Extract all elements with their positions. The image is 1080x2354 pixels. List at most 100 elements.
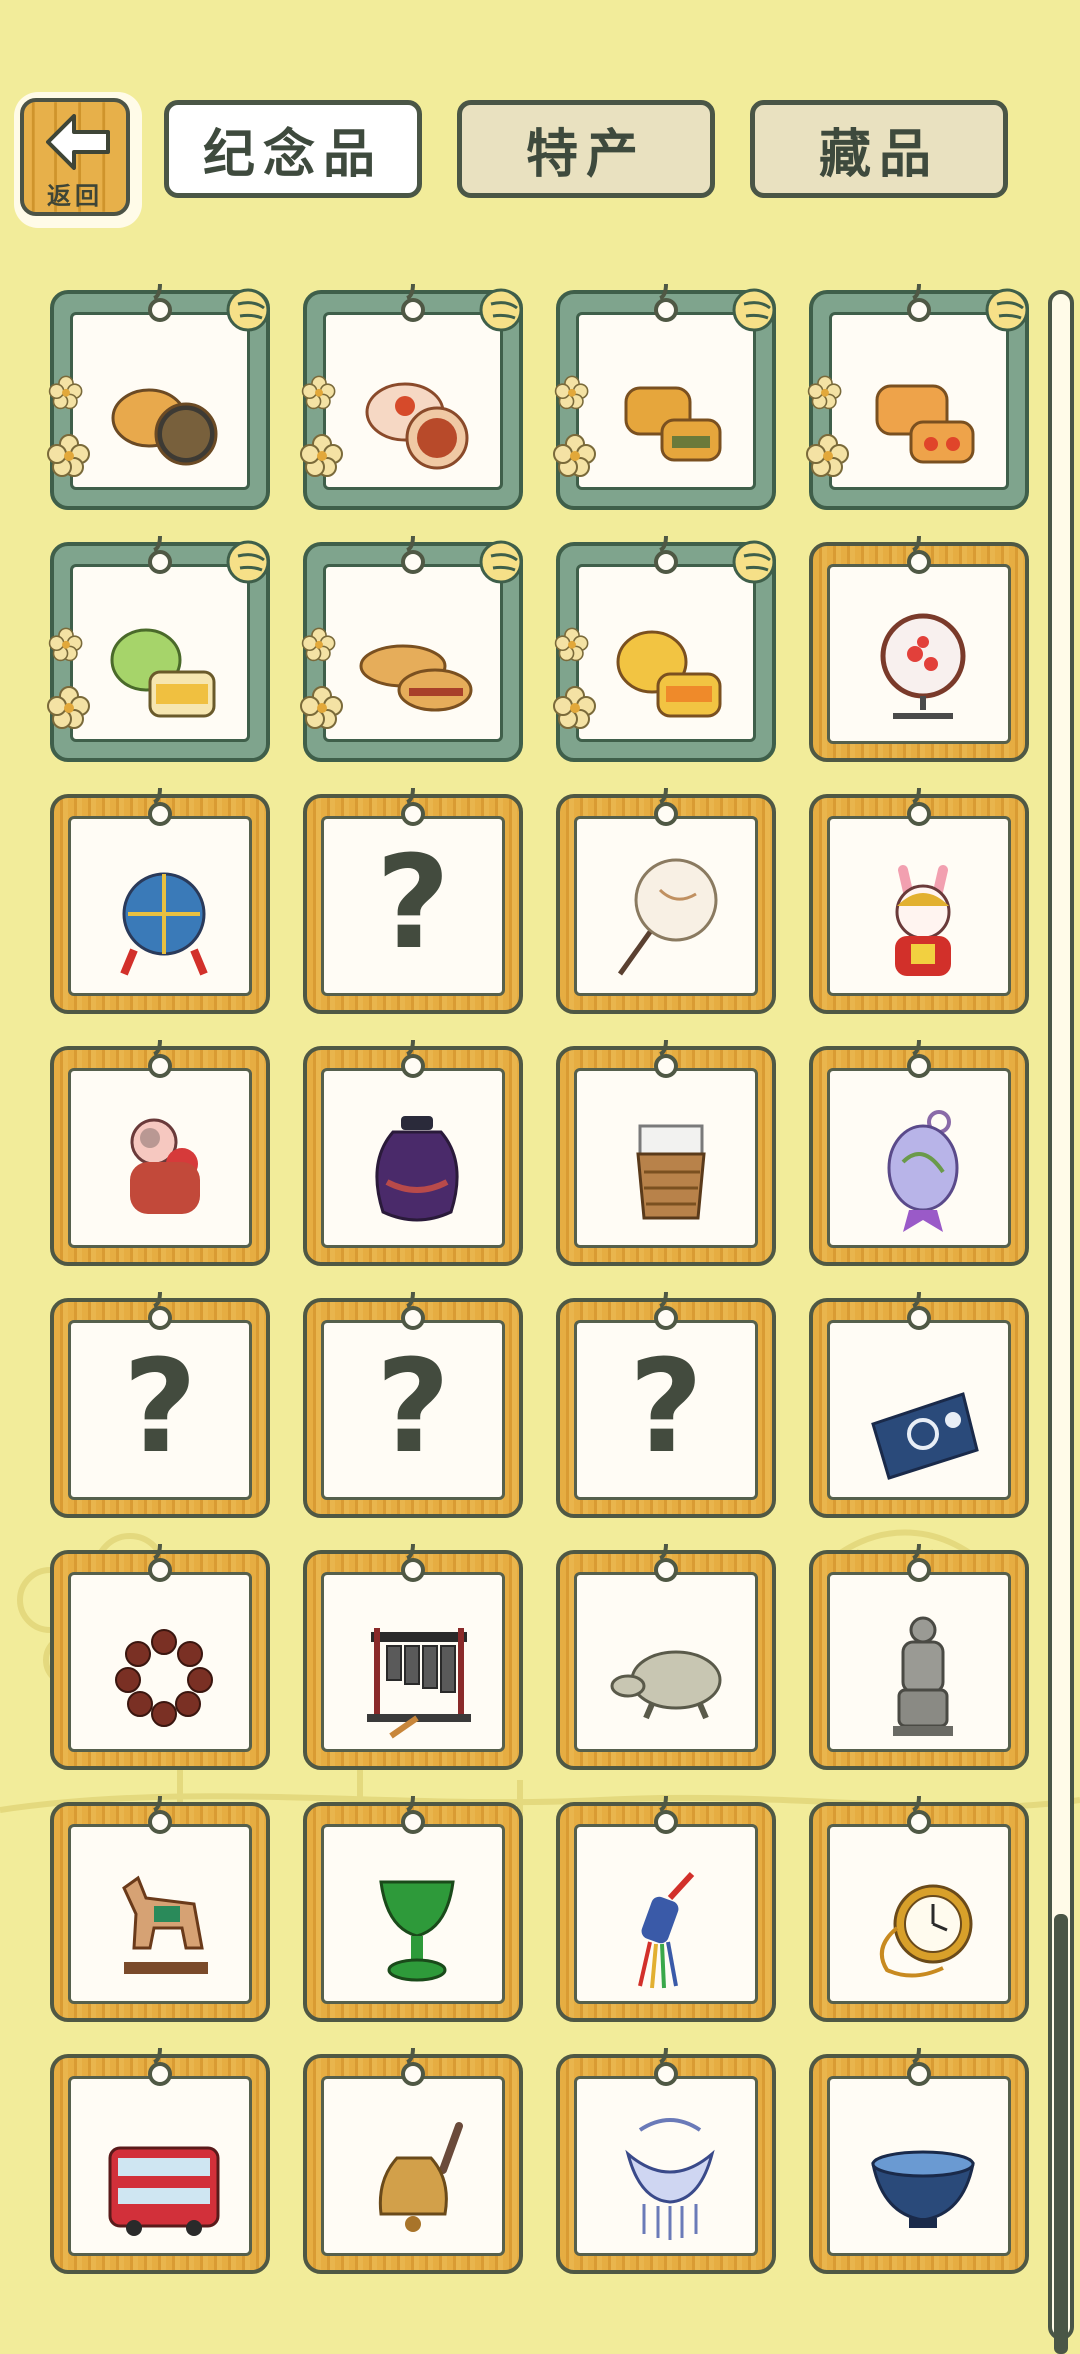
hanger-hook-icon bbox=[907, 787, 931, 826]
souvenir-card[interactable] bbox=[809, 787, 1029, 1014]
hanger-hook-icon bbox=[907, 1291, 931, 1330]
hanger-hook-icon bbox=[148, 535, 172, 574]
hanger-hook-icon bbox=[401, 283, 425, 322]
souvenir-card[interactable] bbox=[809, 2047, 1029, 2274]
souvenir-card[interactable] bbox=[50, 2047, 270, 2274]
jade-goblet-icon bbox=[379, 1880, 455, 1982]
souvenir-card[interactable] bbox=[809, 1543, 1029, 1770]
souvenir-card[interactable]: ? bbox=[303, 787, 523, 1014]
moon-icon bbox=[985, 288, 1029, 332]
tab-collectibles[interactable]: 藏品 bbox=[750, 100, 1008, 198]
souvenir-card[interactable]: ? bbox=[50, 1291, 270, 1518]
pocket-watch-icon bbox=[879, 1884, 973, 1978]
unknown-item-mark: ? bbox=[122, 1333, 198, 1482]
osmanthus-flower-icon bbox=[47, 434, 90, 477]
moon-icon bbox=[732, 540, 776, 584]
mooncake-pastry-icon bbox=[359, 644, 473, 712]
tab-souvenirs[interactable]: 纪念品 bbox=[164, 100, 422, 198]
terracotta-warrior-icon bbox=[893, 1616, 953, 1736]
osmanthus-flower-icon bbox=[807, 375, 842, 410]
souvenir-card[interactable] bbox=[303, 1039, 523, 1266]
souvenir-card[interactable] bbox=[556, 2047, 776, 2274]
hanger-hook-icon bbox=[401, 535, 425, 574]
prayer-beads-icon bbox=[115, 1629, 213, 1727]
osmanthus-flower-icon bbox=[806, 434, 849, 477]
souvenir-card[interactable] bbox=[553, 283, 776, 510]
souvenir-card[interactable] bbox=[556, 1039, 776, 1266]
chime-bells-icon bbox=[367, 1628, 471, 1739]
moon-icon bbox=[479, 288, 523, 332]
osmanthus-flower-icon bbox=[300, 686, 343, 729]
osmanthus-flower-icon bbox=[301, 627, 336, 662]
hanger-hook-icon bbox=[401, 1039, 425, 1078]
chinese-knot-tassel-icon bbox=[638, 1871, 695, 1989]
tang-horse-icon bbox=[122, 1875, 208, 1974]
souvenir-card[interactable] bbox=[556, 1543, 776, 1770]
brass-bell-icon bbox=[378, 2122, 463, 2232]
souvenir-card[interactable] bbox=[809, 1039, 1029, 1266]
scrollbar-thumb[interactable] bbox=[1054, 1914, 1068, 2354]
hanger-hook-icon bbox=[148, 1795, 172, 1834]
souvenir-card[interactable]: ? bbox=[556, 1291, 776, 1518]
blue-dyed-cloth-icon bbox=[871, 1392, 979, 1480]
souvenir-card[interactable]: ? bbox=[303, 1291, 523, 1518]
souvenir-card[interactable] bbox=[50, 1543, 270, 1770]
hanger-hook-icon bbox=[148, 1543, 172, 1582]
jun-porcelain-jar-icon bbox=[375, 1116, 459, 1222]
hanger-hook-icon bbox=[148, 1039, 172, 1078]
hanger-hook-icon bbox=[654, 2047, 678, 2086]
hanger-hook-icon bbox=[148, 2047, 172, 2086]
back-button[interactable]: 返回 bbox=[14, 92, 142, 228]
osmanthus-flower-icon bbox=[554, 375, 589, 410]
hanger-hook-icon bbox=[907, 535, 931, 574]
mooncake-green-tea-icon bbox=[110, 628, 216, 718]
souvenir-card[interactable] bbox=[556, 1795, 776, 2022]
hanger-hook-icon bbox=[148, 1291, 172, 1330]
souvenir-card[interactable] bbox=[806, 283, 1029, 510]
souvenir-card[interactable] bbox=[300, 283, 523, 510]
embroidery-screen-icon bbox=[880, 613, 966, 719]
souvenir-card[interactable] bbox=[50, 1795, 270, 2022]
osmanthus-flower-icon bbox=[301, 375, 336, 410]
hanger-hook-icon bbox=[654, 283, 678, 322]
tea-bowl-icon bbox=[871, 2150, 975, 2228]
silver-necklace-icon bbox=[625, 2118, 715, 2240]
mooncake-red-bean-icon bbox=[365, 382, 469, 470]
souvenir-card[interactable] bbox=[556, 787, 776, 1014]
hanger-hook-icon bbox=[907, 1795, 931, 1834]
scrollbar[interactable] bbox=[1048, 290, 1074, 2354]
hanger-hook-icon bbox=[907, 283, 931, 322]
souvenir-card[interactable] bbox=[50, 1039, 270, 1266]
moon-icon bbox=[226, 540, 270, 584]
souvenir-card[interactable] bbox=[809, 535, 1029, 762]
moon-icon bbox=[479, 540, 523, 584]
souvenir-card[interactable] bbox=[303, 1795, 523, 2022]
souvenir-grid: ???? bbox=[47, 283, 1030, 2274]
osmanthus-flower-icon bbox=[48, 375, 83, 410]
mooncake-black-sesame-icon bbox=[111, 388, 218, 466]
hanger-hook-icon bbox=[148, 283, 172, 322]
mooncake-double-yolk-icon bbox=[875, 384, 975, 464]
hanger-hook-icon bbox=[401, 1291, 425, 1330]
hanger-hook-icon bbox=[907, 2047, 931, 2086]
souvenir-card[interactable] bbox=[809, 1795, 1029, 2022]
souvenir-card[interactable] bbox=[50, 787, 270, 1014]
osmanthus-flower-icon bbox=[300, 434, 343, 477]
stone-turtle-icon bbox=[610, 1650, 722, 1720]
osmanthus-flower-icon bbox=[47, 686, 90, 729]
souvenir-card[interactable] bbox=[303, 1543, 523, 1770]
souvenir-card[interactable] bbox=[809, 1291, 1029, 1518]
left-arrow-icon bbox=[46, 114, 110, 170]
souvenir-card[interactable] bbox=[553, 535, 776, 762]
souvenir-card[interactable] bbox=[300, 535, 523, 762]
moon-icon bbox=[226, 288, 270, 332]
hanger-hook-icon bbox=[654, 1795, 678, 1834]
hanger-hook-icon bbox=[401, 1543, 425, 1582]
double-decker-bus-icon bbox=[108, 2146, 220, 2236]
hanger-hook-icon bbox=[654, 1543, 678, 1582]
souvenir-card[interactable] bbox=[47, 535, 270, 762]
tab-specialties[interactable]: 特产 bbox=[457, 100, 715, 198]
hanger-hook-icon bbox=[148, 787, 172, 826]
souvenir-card[interactable] bbox=[47, 283, 270, 510]
souvenir-card[interactable] bbox=[303, 2047, 523, 2274]
